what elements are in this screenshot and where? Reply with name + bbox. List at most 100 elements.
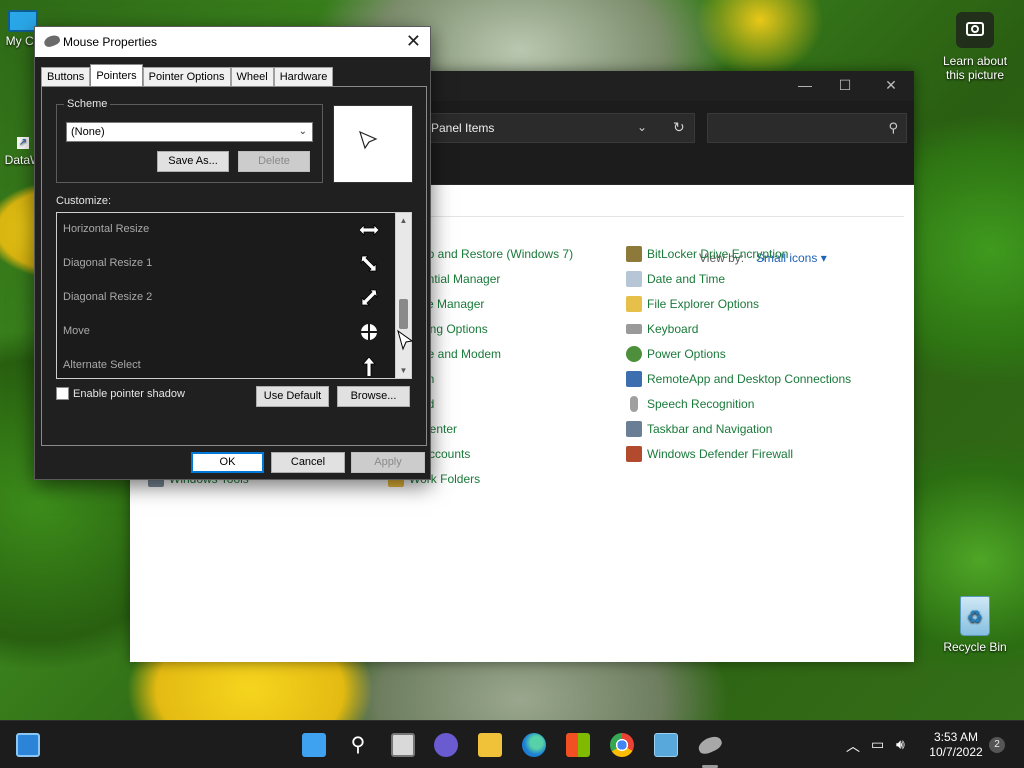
list-item[interactable]: Date and Time — [626, 266, 851, 291]
widgets-icon[interactable] — [16, 733, 40, 757]
list-item-label: RemoteApp and Desktop Connections — [647, 371, 852, 386]
ok-button[interactable]: OK — [191, 452, 264, 473]
list-item-label: ential Manager — [421, 271, 501, 286]
cancel-button[interactable]: Cancel — [271, 452, 345, 473]
move-icon — [361, 324, 377, 340]
task-view-icon[interactable] — [391, 733, 415, 757]
scheme-dropdown[interactable]: (None) ⌄ — [66, 122, 313, 142]
list-item[interactable]: on — [421, 366, 573, 391]
list-item[interactable]: RemoteApp and Desktop Connections — [626, 366, 851, 391]
cursor-row[interactable]: Diagonal Resize 1 — [57, 247, 393, 281]
mouse-properties-icon[interactable] — [696, 733, 724, 757]
cursor-row[interactable]: Horizontal Resize — [57, 213, 393, 247]
mouse-icon — [42, 33, 62, 49]
list-item[interactable]: ce Manager — [421, 291, 573, 316]
dialog-title: Mouse Properties — [63, 35, 158, 49]
pointers-tab-panel: Scheme (None) ⌄ Save As... Delete Custom… — [41, 86, 427, 446]
address-text: Panel Items — [431, 121, 495, 135]
search-icon[interactable]: ⚲ — [346, 733, 370, 757]
tab-pointers[interactable]: Pointers — [90, 64, 143, 87]
chrome-icon[interactable] — [610, 733, 634, 757]
list-item[interactable]: File Explorer Options — [626, 291, 851, 316]
list-item-label: king Options — [421, 321, 488, 336]
notification-badge[interactable]: 2 — [989, 737, 1005, 753]
clock-date: 10/7/2022 — [929, 745, 983, 759]
list-item[interactable]: BitLocker Drive Encryption — [626, 241, 851, 266]
save-as-button[interactable]: Save As... — [157, 151, 229, 172]
remoteapp-icon — [626, 370, 642, 387]
start-windows-icon[interactable] — [302, 733, 326, 757]
search-icon: ⚲ — [888, 120, 898, 135]
cursor-row-name: Diagonal Resize 2 — [63, 291, 153, 303]
list-item[interactable]: king Options — [421, 316, 573, 341]
list-item[interactable]: nd — [421, 391, 573, 416]
recycle-bin-icon: ♻ — [960, 596, 990, 636]
browse-button[interactable]: Browse... — [337, 386, 410, 407]
list-item[interactable]: Speech Recognition — [626, 391, 851, 416]
teams-chat-icon[interactable] — [434, 733, 458, 757]
edge-icon[interactable] — [522, 733, 546, 757]
tab-buttons[interactable]: Buttons — [41, 67, 91, 87]
scheme-value: (None) — [71, 126, 105, 138]
scroll-up-icon[interactable]: ▲ — [396, 213, 411, 228]
cursor-row[interactable]: Alternate Select — [57, 349, 393, 378]
close-icon[interactable]: ✕ — [883, 77, 899, 93]
pointer-shadow-option[interactable]: Enable pointer shadow — [56, 387, 185, 400]
desktop-icon-learn-about-picture[interactable]: Learn about this picture — [936, 12, 1014, 82]
customize-label: Customize: — [56, 195, 112, 207]
list-item[interactable]: up and Restore (Windows 7) — [421, 241, 573, 266]
desktop-icon-recycle-bin[interactable]: ♻ Recycle Bin — [940, 596, 1010, 654]
tab-wheel[interactable]: Wheel — [230, 67, 274, 87]
list-item-label: Date and Time — [647, 271, 726, 286]
scrollbar-thumb[interactable] — [399, 299, 408, 329]
list-item-label: Windows Defender Firewall — [647, 446, 794, 461]
dialog-titlebar[interactable]: Mouse Properties ✕ — [35, 27, 430, 57]
list-item[interactable]: Taskbar and Navigation — [626, 416, 851, 441]
cursor-list-scrollbar[interactable]: ▲ ▼ — [395, 213, 411, 378]
list-item[interactable]: Windows Defender Firewall — [626, 441, 851, 466]
cursor-row-name: Diagonal Resize 1 — [63, 257, 153, 269]
apply-button[interactable]: Apply — [351, 452, 425, 473]
list-item[interactable]: Center — [421, 416, 573, 441]
minimize-icon[interactable]: — — [797, 77, 813, 93]
close-icon[interactable]: ✕ — [406, 31, 421, 51]
chevron-down-icon[interactable]: ⌄ — [637, 120, 647, 134]
cursor-row-name: Horizontal Resize — [63, 223, 150, 235]
cursor-row[interactable]: Diagonal Resize 2 — [57, 281, 393, 315]
volume-icon[interactable]: 🔊︎ — [896, 736, 905, 753]
taskbar-icon — [626, 420, 642, 437]
scroll-down-icon[interactable]: ▼ — [396, 363, 411, 378]
mouse-properties-dialog[interactable]: Mouse Properties ✕ Buttons Pointers Poin… — [34, 26, 431, 480]
cursor-row-name: Move — [63, 325, 90, 337]
tab-hardware[interactable]: Hardware — [273, 67, 334, 87]
tab-pointer-options[interactable]: Pointer Options — [142, 67, 231, 87]
microsoft-store-icon[interactable] — [566, 733, 590, 757]
list-item[interactable]: ential Manager — [421, 266, 573, 291]
file-explorer-icon[interactable] — [478, 733, 502, 757]
cursor-row[interactable]: Move — [57, 315, 393, 349]
pointer-shadow-checkbox[interactable] — [56, 387, 69, 400]
search-input[interactable]: ⚲ — [707, 113, 907, 143]
list-item-label: Keyboard — [647, 321, 699, 336]
delete-button[interactable]: Delete — [238, 151, 310, 172]
bitlocker-icon — [626, 245, 642, 262]
address-bar[interactable]: Panel Items ⌄ ↻ — [420, 113, 695, 143]
clock[interactable]: 3:53 AM 10/7/2022 — [925, 730, 987, 760]
keyboard-icon — [626, 323, 642, 334]
arrow-pointer-icon — [359, 130, 378, 150]
cursor-list[interactable]: Horizontal Resize Diagonal Resize 1 Diag… — [56, 212, 412, 379]
list-item[interactable]: Accounts — [421, 441, 573, 466]
list-item[interactable]: Power Options — [626, 341, 851, 366]
maximize-icon[interactable]: ☐ — [837, 77, 853, 93]
refresh-icon[interactable]: ↻ — [673, 119, 685, 136]
network-icon[interactable]: ▭ — [871, 736, 884, 753]
list-item[interactable]: Keyboard — [626, 316, 851, 341]
use-default-button[interactable]: Use Default — [256, 386, 329, 407]
cp-items-column-3: BitLocker Drive Encryption Date and Time… — [626, 241, 851, 466]
list-item[interactable]: ne and Modem — [421, 341, 573, 366]
chevron-down-icon: ⌄ — [298, 126, 307, 137]
desktop-icon-label: Recycle Bin — [943, 640, 1007, 654]
control-panel-icon[interactable] — [654, 733, 678, 757]
show-hidden-icons-icon[interactable]: ︿ — [846, 736, 860, 756]
power-options-icon — [626, 345, 642, 362]
